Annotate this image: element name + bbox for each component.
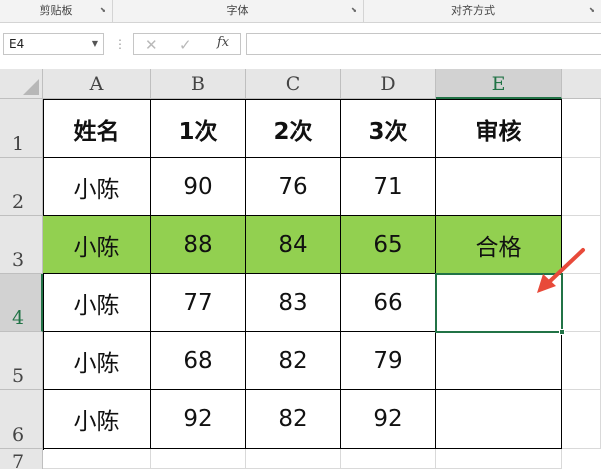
cell-a6[interactable]: 小陈 [43,390,151,449]
row-number: 4 [12,307,25,329]
dialog-launcher-icon[interactable]: ⬊ [351,6,359,14]
ribbon-group-label: 对齐方式 [451,4,495,17]
cell-a1[interactable]: 姓名 [43,99,151,158]
grid-cell[interactable] [562,99,601,158]
cell-d1[interactable]: 3次 [341,99,436,158]
cell-b5[interactable]: 68 [151,332,246,390]
name-box[interactable]: E4 ▼ [3,33,104,55]
row-number: 3 [12,249,25,271]
column-header-e[interactable]: E [436,69,562,99]
cell-d3[interactable]: 65 [341,216,436,274]
cell-c3[interactable]: 84 [246,216,341,274]
ribbon-group-alignment: 对齐方式 ⬊ [363,0,601,22]
row-number: 2 [12,191,25,213]
grid-cell[interactable] [436,449,562,469]
cell-b4[interactable]: 77 [151,274,246,332]
row-header-4[interactable]: 4 [0,274,43,332]
cell-b6[interactable]: 92 [151,390,246,449]
drag-handle-icon[interactable]: ⋮ [114,37,126,51]
cell-a2[interactable]: 小陈 [43,158,151,216]
fill-handle[interactable] [559,329,565,335]
column-header-f[interactable] [562,69,601,99]
row-number: 6 [12,424,25,446]
grid-cell[interactable] [341,449,436,469]
formula-input[interactable] [246,33,601,55]
cell-e2[interactable] [436,158,562,216]
chevron-down-icon[interactable]: ▼ [92,39,98,48]
ribbon-group-label: 剪贴板 [39,4,73,17]
dialog-launcher-icon[interactable]: ⬊ [589,6,597,14]
grid-cell[interactable] [43,449,151,469]
cell-b2[interactable]: 90 [151,158,246,216]
row-header-6[interactable]: 6 [0,390,43,449]
cell-c4[interactable]: 83 [246,274,341,332]
cell-d2[interactable]: 71 [341,158,436,216]
row-number: 7 [12,451,25,473]
ribbon-group-label: 字体 [226,4,249,17]
row-header-2[interactable]: 2 [0,158,43,216]
row-header-5[interactable]: 5 [0,332,43,390]
formula-bar: E4 ▼ ⋮ ✕ ✓ fx [0,23,601,67]
ribbon-group-clipboard: 剪贴板 ⬊ [0,0,113,22]
row-header-7[interactable]: 7 [0,449,43,473]
column-header-a[interactable]: A [43,69,151,99]
select-all-button[interactable] [0,69,43,99]
cancel-icon[interactable]: ✕ [145,36,158,54]
cell-c5[interactable]: 82 [246,332,341,390]
column-header-d[interactable]: D [341,69,436,99]
cell-a4[interactable]: 小陈 [43,274,151,332]
annotation-arrow-icon [537,248,585,293]
cell-e5[interactable] [436,332,562,390]
row-number: 5 [12,365,25,387]
row-header-3[interactable]: 3 [0,216,43,274]
cell-c6[interactable]: 82 [246,390,341,449]
cell-b1[interactable]: 1次 [151,99,246,158]
enter-icon[interactable]: ✓ [179,36,192,54]
select-all-icon [23,79,39,95]
cell-b3[interactable]: 88 [151,216,246,274]
grid-cell[interactable] [562,332,601,390]
row-number: 1 [12,133,25,155]
grid-cell[interactable] [246,449,341,469]
grid-cell[interactable] [562,390,601,449]
cell-e6[interactable] [436,390,562,449]
insert-function-icon[interactable]: fx [217,35,229,50]
cell-e1[interactable]: 审核 [436,99,562,158]
name-box-value: E4 [9,37,25,51]
cell-c1[interactable]: 2次 [246,99,341,158]
cell-c2[interactable]: 76 [246,158,341,216]
cell-d5[interactable]: 79 [341,332,436,390]
worksheet-grid: A B C D E 1 2 3 4 5 6 7 姓名 1次 2次 3次 审核 小陈 90 76… [0,69,601,473]
cell-a3[interactable]: 小陈 [43,216,151,274]
formula-buttons: ✕ ✓ fx [133,33,241,55]
row-header-1[interactable]: 1 [0,99,43,158]
ribbon-group-font: 字体 ⬊ [112,0,364,22]
column-header-b[interactable]: B [151,69,246,99]
grid-cell[interactable] [562,158,601,216]
cell-d4[interactable]: 66 [341,274,436,332]
column-header-c[interactable]: C [246,69,341,99]
ribbon-group-labels: 剪贴板 ⬊ 字体 ⬊ 对齐方式 ⬊ [0,0,601,23]
dialog-launcher-icon[interactable]: ⬊ [100,6,108,14]
grid-cell[interactable] [151,449,246,469]
cell-d6[interactable]: 92 [341,390,436,449]
cell-a5[interactable]: 小陈 [43,332,151,390]
